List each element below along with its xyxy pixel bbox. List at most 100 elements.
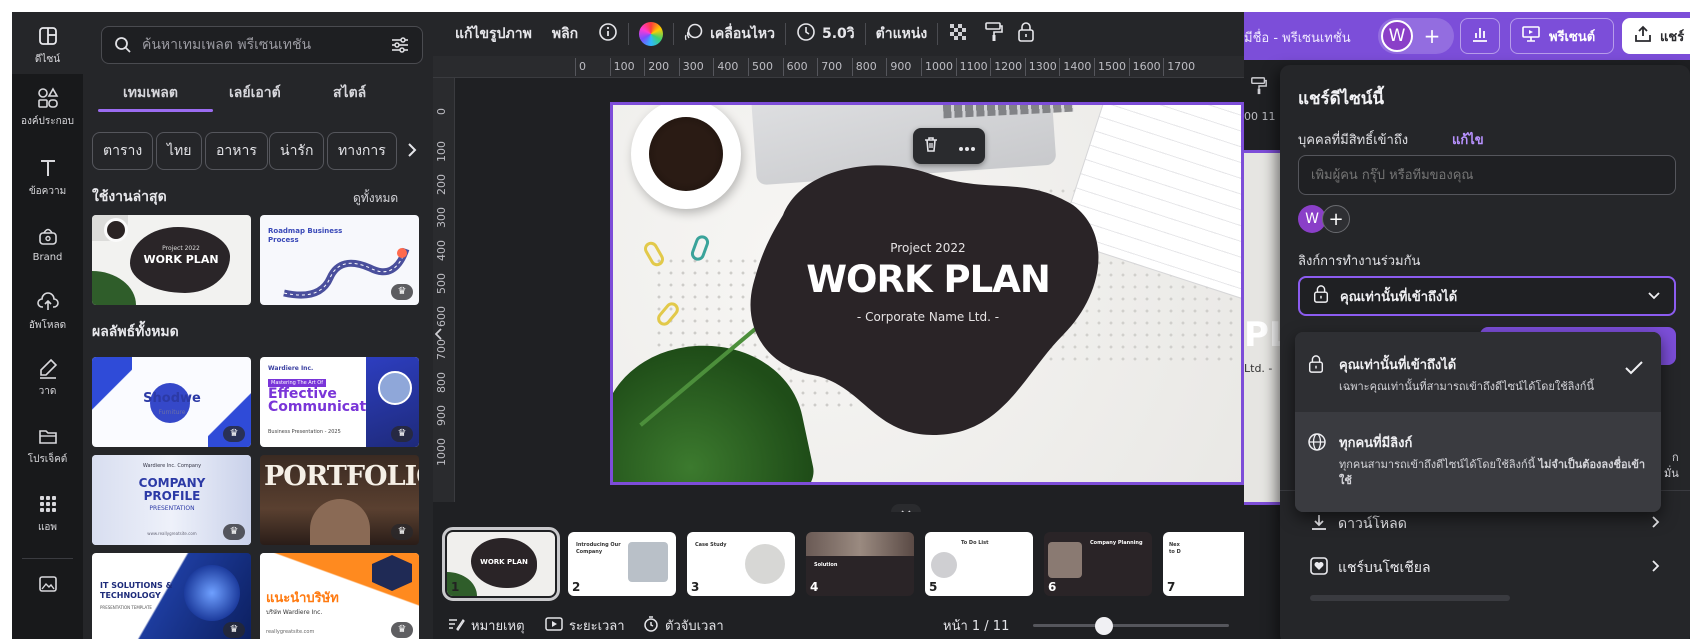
info-button[interactable] (588, 12, 628, 56)
zoom-slider-handle[interactable] (1094, 617, 1113, 635)
page-number: 5 (929, 580, 938, 594)
premium-crown-icon: ♛ (391, 284, 413, 300)
rail-text[interactable]: ข้อความ (12, 156, 83, 212)
page-thumb-1[interactable]: WORK PLAN 1 (442, 527, 560, 601)
position-button[interactable]: ตำแหน่ง (866, 12, 938, 56)
template-company-intro-thai[interactable]: แนะนำบริษัท บริษัท Wardiere Inc. reallyg… (260, 553, 419, 639)
rail-brand[interactable]: Brand (12, 224, 83, 280)
premium-crown-icon: ♛ (391, 524, 413, 540)
copy-style-button[interactable] (978, 12, 1010, 56)
template-portfolio[interactable]: PORTFOLIO ♛ (260, 455, 419, 545)
option-desc: เฉพาะคุณเท่านั้นที่สามารถเข้าถึงดีไซน์ได… (1339, 380, 1594, 393)
animate-button[interactable]: เคลื่อนไหว (674, 12, 785, 56)
ruler-tick: 700 (821, 60, 843, 73)
heart-box-icon (1310, 557, 1328, 579)
add-people-input[interactable] (1311, 167, 1675, 183)
collapse-panel-button[interactable] (433, 317, 445, 353)
add-person-button[interactable]: + (1322, 205, 1350, 233)
recent-heading: ใช้งานล่าสุด (92, 189, 167, 205)
page-thumb-7[interactable]: Nex to D 7 (1163, 532, 1244, 596)
rail-elements[interactable]: องค์ประกอบ (12, 86, 83, 142)
transparency-icon (948, 22, 968, 46)
rail-draw[interactable]: วาด (12, 356, 83, 412)
context-toolbar: แก้ไขรูปภาพ พลิก เคลื่อนไหว 5.0วิ ตำแหน่… (433, 12, 1244, 56)
present-button[interactable]: พรีเซนต์ (1510, 18, 1614, 54)
ruler-tick: 1700 (1167, 60, 1196, 73)
share-button[interactable]: แชร์ (1622, 18, 1690, 54)
ruler-tick: 100 (435, 141, 448, 162)
chevron-left-icon (434, 327, 443, 343)
zoom-slider[interactable] (1033, 617, 1229, 635)
ruler-tick-mark (955, 58, 957, 76)
transparency-button[interactable] (938, 12, 978, 56)
document-title[interactable]: มีชื่อ - พรีเซนเทชั่น (1244, 27, 1351, 48)
template-it-solutions[interactable]: IT SOLUTIONS & TECHNOLOGY PRESENTATION T… (92, 553, 251, 639)
page-thumb-5[interactable]: To Do List 5 (925, 532, 1033, 596)
rail-photos[interactable] (12, 572, 83, 612)
rail-label: ดีไซน์ (34, 54, 61, 65)
design-icon (36, 24, 60, 48)
rail-projects[interactable]: โปรเจ็คต์ (12, 424, 83, 480)
add-people-field[interactable] (1298, 155, 1676, 195)
tab-templates[interactable]: เทมเพลต (123, 82, 178, 104)
tab-layouts[interactable]: เลย์เอาต์ (229, 82, 281, 104)
chip-thai[interactable]: ไทย (156, 132, 203, 170)
notes-button[interactable]: หมายเหตุ (447, 615, 525, 636)
filter-icon[interactable] (390, 36, 410, 54)
timer-button[interactable]: ตัวจับเวลา (643, 615, 724, 637)
timeline-button[interactable]: ระยะเวลา (545, 615, 625, 636)
ruler-tick: 800 (435, 372, 448, 393)
download-option[interactable]: ดาวน์โหลด (1310, 513, 1660, 535)
thumb-title: To Do List (961, 540, 989, 546)
option-title: ทุกคนที่มีลิงก์ (1339, 436, 1413, 451)
template-company-profile[interactable]: Wardiere Inc. Company COMPANY PROFILE PR… (92, 455, 251, 545)
template-shodwe[interactable]: Shodwe Furniture ♛ (92, 357, 251, 447)
present-label: พรีเซนต์ (1549, 29, 1596, 45)
chips-next-button[interactable] (397, 132, 427, 170)
ruler-tick-mark (990, 58, 992, 76)
lock-button[interactable] (1010, 12, 1042, 56)
recent-template-workplan[interactable]: Project 2022 WORK PLAN (92, 215, 251, 305)
rail-design[interactable]: ดีไซน์ (12, 12, 83, 74)
thumb-title: Case Study (695, 542, 727, 548)
rail-apps[interactable]: แอพ (12, 492, 83, 548)
avatar[interactable]: W (1381, 20, 1413, 52)
see-all-link[interactable]: ดูทั้งหมด (353, 189, 398, 208)
search-input[interactable] (142, 37, 380, 53)
chip-cute[interactable]: น่ารัก (269, 132, 325, 170)
edit-image-button[interactable]: แก้ไขรูปภาพ (445, 12, 542, 56)
chip-food[interactable]: อาหาร (205, 132, 268, 170)
plus-icon: + (1328, 208, 1344, 230)
rail-upload[interactable]: อัพโหลด (12, 290, 83, 346)
slide-title[interactable]: WORK PLAN (743, 258, 1113, 301)
page-number: 3 (691, 580, 700, 594)
page-thumb-2[interactable]: Introducing Our Company 2 (568, 532, 676, 596)
ruler-tick-mark (713, 58, 715, 76)
more-icon[interactable] (958, 137, 976, 156)
insights-button[interactable] (1460, 18, 1500, 54)
ruler-tick: 1000 (925, 60, 953, 73)
link-access-select[interactable]: คุณเท่านั้นที่เข้าถึงได้ (1298, 276, 1676, 316)
trash-icon[interactable] (922, 135, 940, 157)
slide-subtitle[interactable]: - Corporate Name Ltd. - (743, 310, 1113, 324)
duration-button[interactable]: 5.0วิ (786, 12, 865, 56)
chip-formal[interactable]: ทางการ (327, 132, 397, 170)
template-effective-communication[interactable]: Wardiere Inc. Mastering The Art Of Effec… (260, 357, 419, 447)
flip-button[interactable]: พลิก (542, 12, 588, 56)
option-only-you[interactable]: คุณเท่านั้นที่เข้าถึงได้ เฉพาะคุณเท่านั้… (1295, 332, 1661, 412)
page-thumb-4[interactable]: Solution 4 (806, 532, 914, 596)
page-thumb-3[interactable]: Case Study 3 (687, 532, 795, 596)
color-button[interactable] (629, 12, 673, 56)
ruler-tick-mark (1094, 58, 1095, 76)
add-collaborator-button[interactable]: + (1418, 22, 1446, 50)
download-icon (1310, 513, 1328, 535)
template-search[interactable] (101, 26, 423, 64)
option-anyone-with-link[interactable]: ทุกคนที่มีลิงก์ ทุกคนสามารถเข้าถึงดีไซน์… (1295, 412, 1661, 512)
chip-table[interactable]: ตาราง (92, 132, 154, 170)
page-thumb-6[interactable]: Company Planning 6 (1044, 532, 1152, 596)
slide-kicker[interactable]: Project 2022 (743, 241, 1113, 255)
tab-styles[interactable]: สไตล์ (333, 82, 366, 104)
share-social-option[interactable]: แชร์บนโซเชียล (1310, 557, 1660, 579)
edit-access-link[interactable]: แก้ไข (1452, 129, 1484, 150)
recent-template-roadmap[interactable]: Roadmap Business Process ♛ (260, 215, 419, 305)
